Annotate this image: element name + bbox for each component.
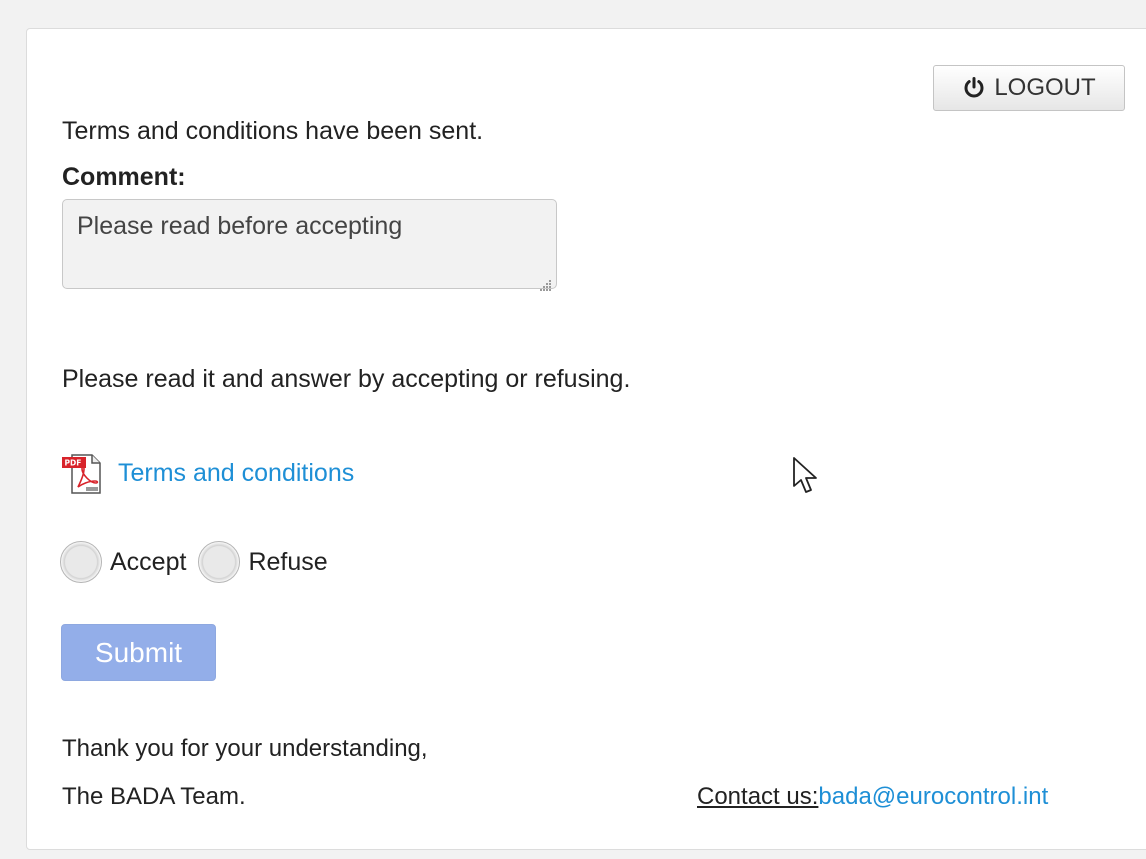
terms-document-row: PDF Terms and conditions (60, 449, 354, 497)
instruction-text: Please read it and answer by accepting o… (62, 365, 631, 393)
accept-radio[interactable] (60, 541, 102, 583)
refuse-label[interactable]: Refuse (248, 548, 327, 577)
comment-field[interactable]: Please read before accepting (62, 199, 557, 291)
contact-info: Contact us:bada@eurocontrol.int (697, 783, 1048, 811)
pdf-icon[interactable]: PDF (60, 449, 108, 497)
refuse-radio[interactable] (198, 541, 241, 583)
submit-button[interactable]: Submit (61, 624, 216, 681)
logout-label: LOGOUT (994, 74, 1096, 101)
main-panel: LOGOUT Terms and conditions have been se… (26, 28, 1146, 850)
comment-label: Comment: (62, 163, 186, 191)
signature-text: The BADA Team. (62, 783, 246, 810)
mouse-cursor-icon (792, 456, 820, 496)
contact-label: Contact us: (697, 783, 819, 810)
comment-value: Please read before accepting (77, 212, 403, 240)
resize-grip-icon[interactable] (538, 270, 552, 291)
svg-text:PDF: PDF (65, 459, 82, 468)
terms-and-conditions-link[interactable]: Terms and conditions (118, 459, 354, 488)
answer-options: Accept Refuse (60, 541, 340, 583)
logout-button[interactable]: LOGOUT (933, 65, 1125, 111)
accept-label[interactable]: Accept (110, 548, 186, 577)
thanks-text: Thank you for your understanding, (62, 735, 428, 762)
power-icon (962, 76, 986, 100)
contact-email-link[interactable]: bada@eurocontrol.int (818, 783, 1048, 810)
status-message: Terms and conditions have been sent. (62, 117, 484, 145)
